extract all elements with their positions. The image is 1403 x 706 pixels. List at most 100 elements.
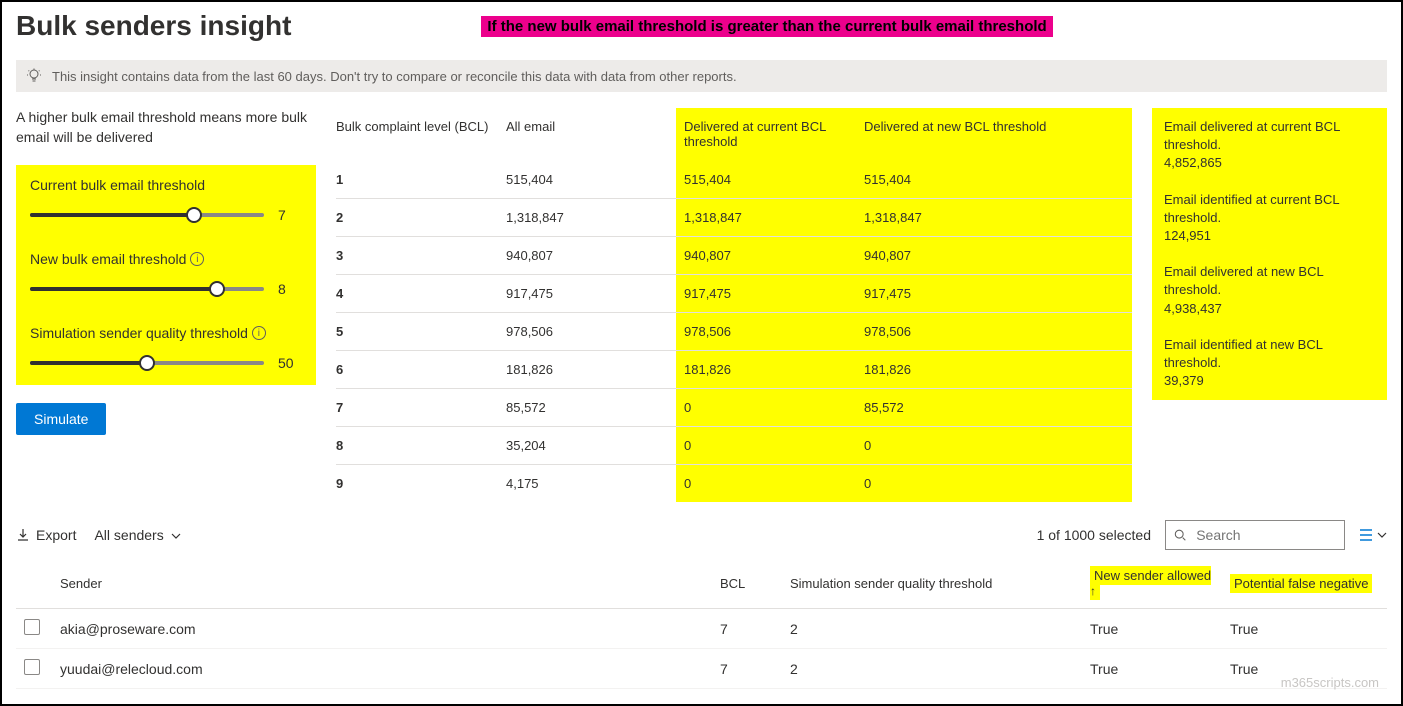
cell-all-email: 4,175 <box>506 465 676 503</box>
cell-all-email: 940,807 <box>506 237 676 275</box>
new-threshold-value: 8 <box>278 281 302 297</box>
stat-label: Email delivered at new BCL threshold. <box>1164 263 1375 299</box>
lightbulb-icon <box>26 68 42 84</box>
current-threshold-value: 7 <box>278 207 302 223</box>
search-input[interactable] <box>1194 526 1336 544</box>
table-row: 5978,506978,506978,506 <box>336 313 1132 351</box>
col-new-sender-allowed[interactable]: New sender allowed ↑ <box>1082 558 1222 609</box>
stat-label: Email delivered at current BCL threshold… <box>1164 118 1375 154</box>
info-icon[interactable]: i <box>190 252 204 266</box>
cell-bcl: 6 <box>336 351 506 389</box>
current-threshold-slider[interactable] <box>30 213 264 217</box>
cell-all-email: 917,475 <box>506 275 676 313</box>
col-current-delivered: Delivered at current BCL threshold <box>676 108 856 161</box>
download-icon <box>16 528 30 542</box>
cell-current-delivered: 0 <box>676 389 856 427</box>
cell-new-delivered: 515,404 <box>856 161 1132 199</box>
new-threshold-slider[interactable] <box>30 287 264 291</box>
table-row[interactable]: akia@proseware.com72TrueTrue <box>16 609 1387 649</box>
cell-bcl: 5 <box>336 313 506 351</box>
cell-sender: akia@proseware.com <box>52 609 712 649</box>
search-box[interactable] <box>1165 520 1345 550</box>
stat-value: 39,379 <box>1164 372 1375 390</box>
selection-count: 1 of 1000 selected <box>1037 527 1151 543</box>
cell-all-email: 515,404 <box>506 161 676 199</box>
col-potential-false-negative[interactable]: Potential false negative <box>1222 558 1387 609</box>
cell-bcl: 8 <box>336 427 506 465</box>
col-sim-threshold[interactable]: Simulation sender quality threshold <box>782 558 1082 609</box>
table-row: 835,20400 <box>336 427 1132 465</box>
cell-new-delivered: 85,572 <box>856 389 1132 427</box>
info-bar-text: This insight contains data from the last… <box>52 69 737 84</box>
col-new-delivered: Delivered at new BCL threshold <box>856 108 1132 161</box>
cell-current-delivered: 515,404 <box>676 161 856 199</box>
cell-new-delivered: 940,807 <box>856 237 1132 275</box>
cell-new-delivered: 181,826 <box>856 351 1132 389</box>
cell-current-delivered: 181,826 <box>676 351 856 389</box>
cell-all-email: 181,826 <box>506 351 676 389</box>
cell-current-delivered: 917,475 <box>676 275 856 313</box>
cell-sim: 2 <box>782 649 1082 689</box>
cell-current-delivered: 0 <box>676 465 856 503</box>
cell-bcl: 1 <box>336 161 506 199</box>
cell-all-email: 85,572 <box>506 389 676 427</box>
table-row: 785,572085,572 <box>336 389 1132 427</box>
simulate-button[interactable]: Simulate <box>16 403 106 435</box>
senders-table: Sender BCL Simulation sender quality thr… <box>16 558 1387 689</box>
search-icon <box>1174 528 1186 542</box>
page-title: Bulk senders insight <box>16 10 291 42</box>
chevron-down-icon <box>1377 530 1387 540</box>
cell-bcl: 4 <box>336 275 506 313</box>
new-threshold-label: New bulk email threshold <box>30 251 186 267</box>
table-row: 3940,807940,807940,807 <box>336 237 1132 275</box>
cell-sender: yuudai@relecloud.com <box>52 649 712 689</box>
cell-all-email: 35,204 <box>506 427 676 465</box>
cell-bcl: 7 <box>712 609 782 649</box>
cell-pfn: True <box>1222 609 1387 649</box>
stat-label: Email identified at current BCL threshol… <box>1164 191 1375 227</box>
cell-new-delivered: 1,318,847 <box>856 199 1132 237</box>
cell-new-delivered: 978,506 <box>856 313 1132 351</box>
stat-value: 4,938,437 <box>1164 300 1375 318</box>
table-row: 1515,404515,404515,404 <box>336 161 1132 199</box>
slider-panel: Current bulk email threshold 7 New bulk … <box>16 165 316 385</box>
description-text: A higher bulk email threshold means more… <box>16 108 316 147</box>
cell-new-allowed: True <box>1082 649 1222 689</box>
sim-threshold-slider[interactable] <box>30 361 264 365</box>
cell-bcl: 7 <box>336 389 506 427</box>
table-row: 4917,475917,475917,475 <box>336 275 1132 313</box>
col-bcl[interactable]: BCL <box>712 558 782 609</box>
cell-new-delivered: 917,475 <box>856 275 1132 313</box>
col-all-email: All email <box>506 108 676 161</box>
table-row[interactable]: yuudai@relecloud.com72TrueTrue <box>16 649 1387 689</box>
list-view-toggle[interactable] <box>1359 528 1387 542</box>
info-icon[interactable]: i <box>252 326 266 340</box>
cell-current-delivered: 0 <box>676 427 856 465</box>
cell-new-delivered: 0 <box>856 427 1132 465</box>
filter-dropdown[interactable]: All senders <box>94 527 181 543</box>
sim-threshold-value: 50 <box>278 355 302 371</box>
col-bcl: Bulk complaint level (BCL) <box>336 108 506 161</box>
sort-ascending-icon: ↑ <box>1090 584 1096 598</box>
cell-current-delivered: 1,318,847 <box>676 199 856 237</box>
condition-banner: If the new bulk email threshold is great… <box>481 16 1052 37</box>
row-checkbox[interactable] <box>24 619 40 635</box>
col-sender[interactable]: Sender <box>52 558 712 609</box>
table-row: 21,318,8471,318,8471,318,847 <box>336 199 1132 237</box>
list-icon <box>1359 528 1375 542</box>
row-checkbox[interactable] <box>24 659 40 675</box>
cell-sim: 2 <box>782 609 1082 649</box>
cell-bcl: 7 <box>712 649 782 689</box>
export-button[interactable]: Export <box>16 527 76 543</box>
table-row: 6181,826181,826181,826 <box>336 351 1132 389</box>
sim-threshold-label: Simulation sender quality threshold <box>30 325 248 341</box>
watermark: m365scripts.com <box>1281 675 1379 690</box>
chevron-down-icon <box>170 527 182 543</box>
cell-new-allowed: True <box>1082 609 1222 649</box>
cell-bcl: 3 <box>336 237 506 275</box>
table-row: 94,17500 <box>336 465 1132 503</box>
cell-all-email: 1,318,847 <box>506 199 676 237</box>
stat-value: 4,852,865 <box>1164 154 1375 172</box>
cell-all-email: 978,506 <box>506 313 676 351</box>
stats-panel: Email delivered at current BCL threshold… <box>1152 108 1387 400</box>
